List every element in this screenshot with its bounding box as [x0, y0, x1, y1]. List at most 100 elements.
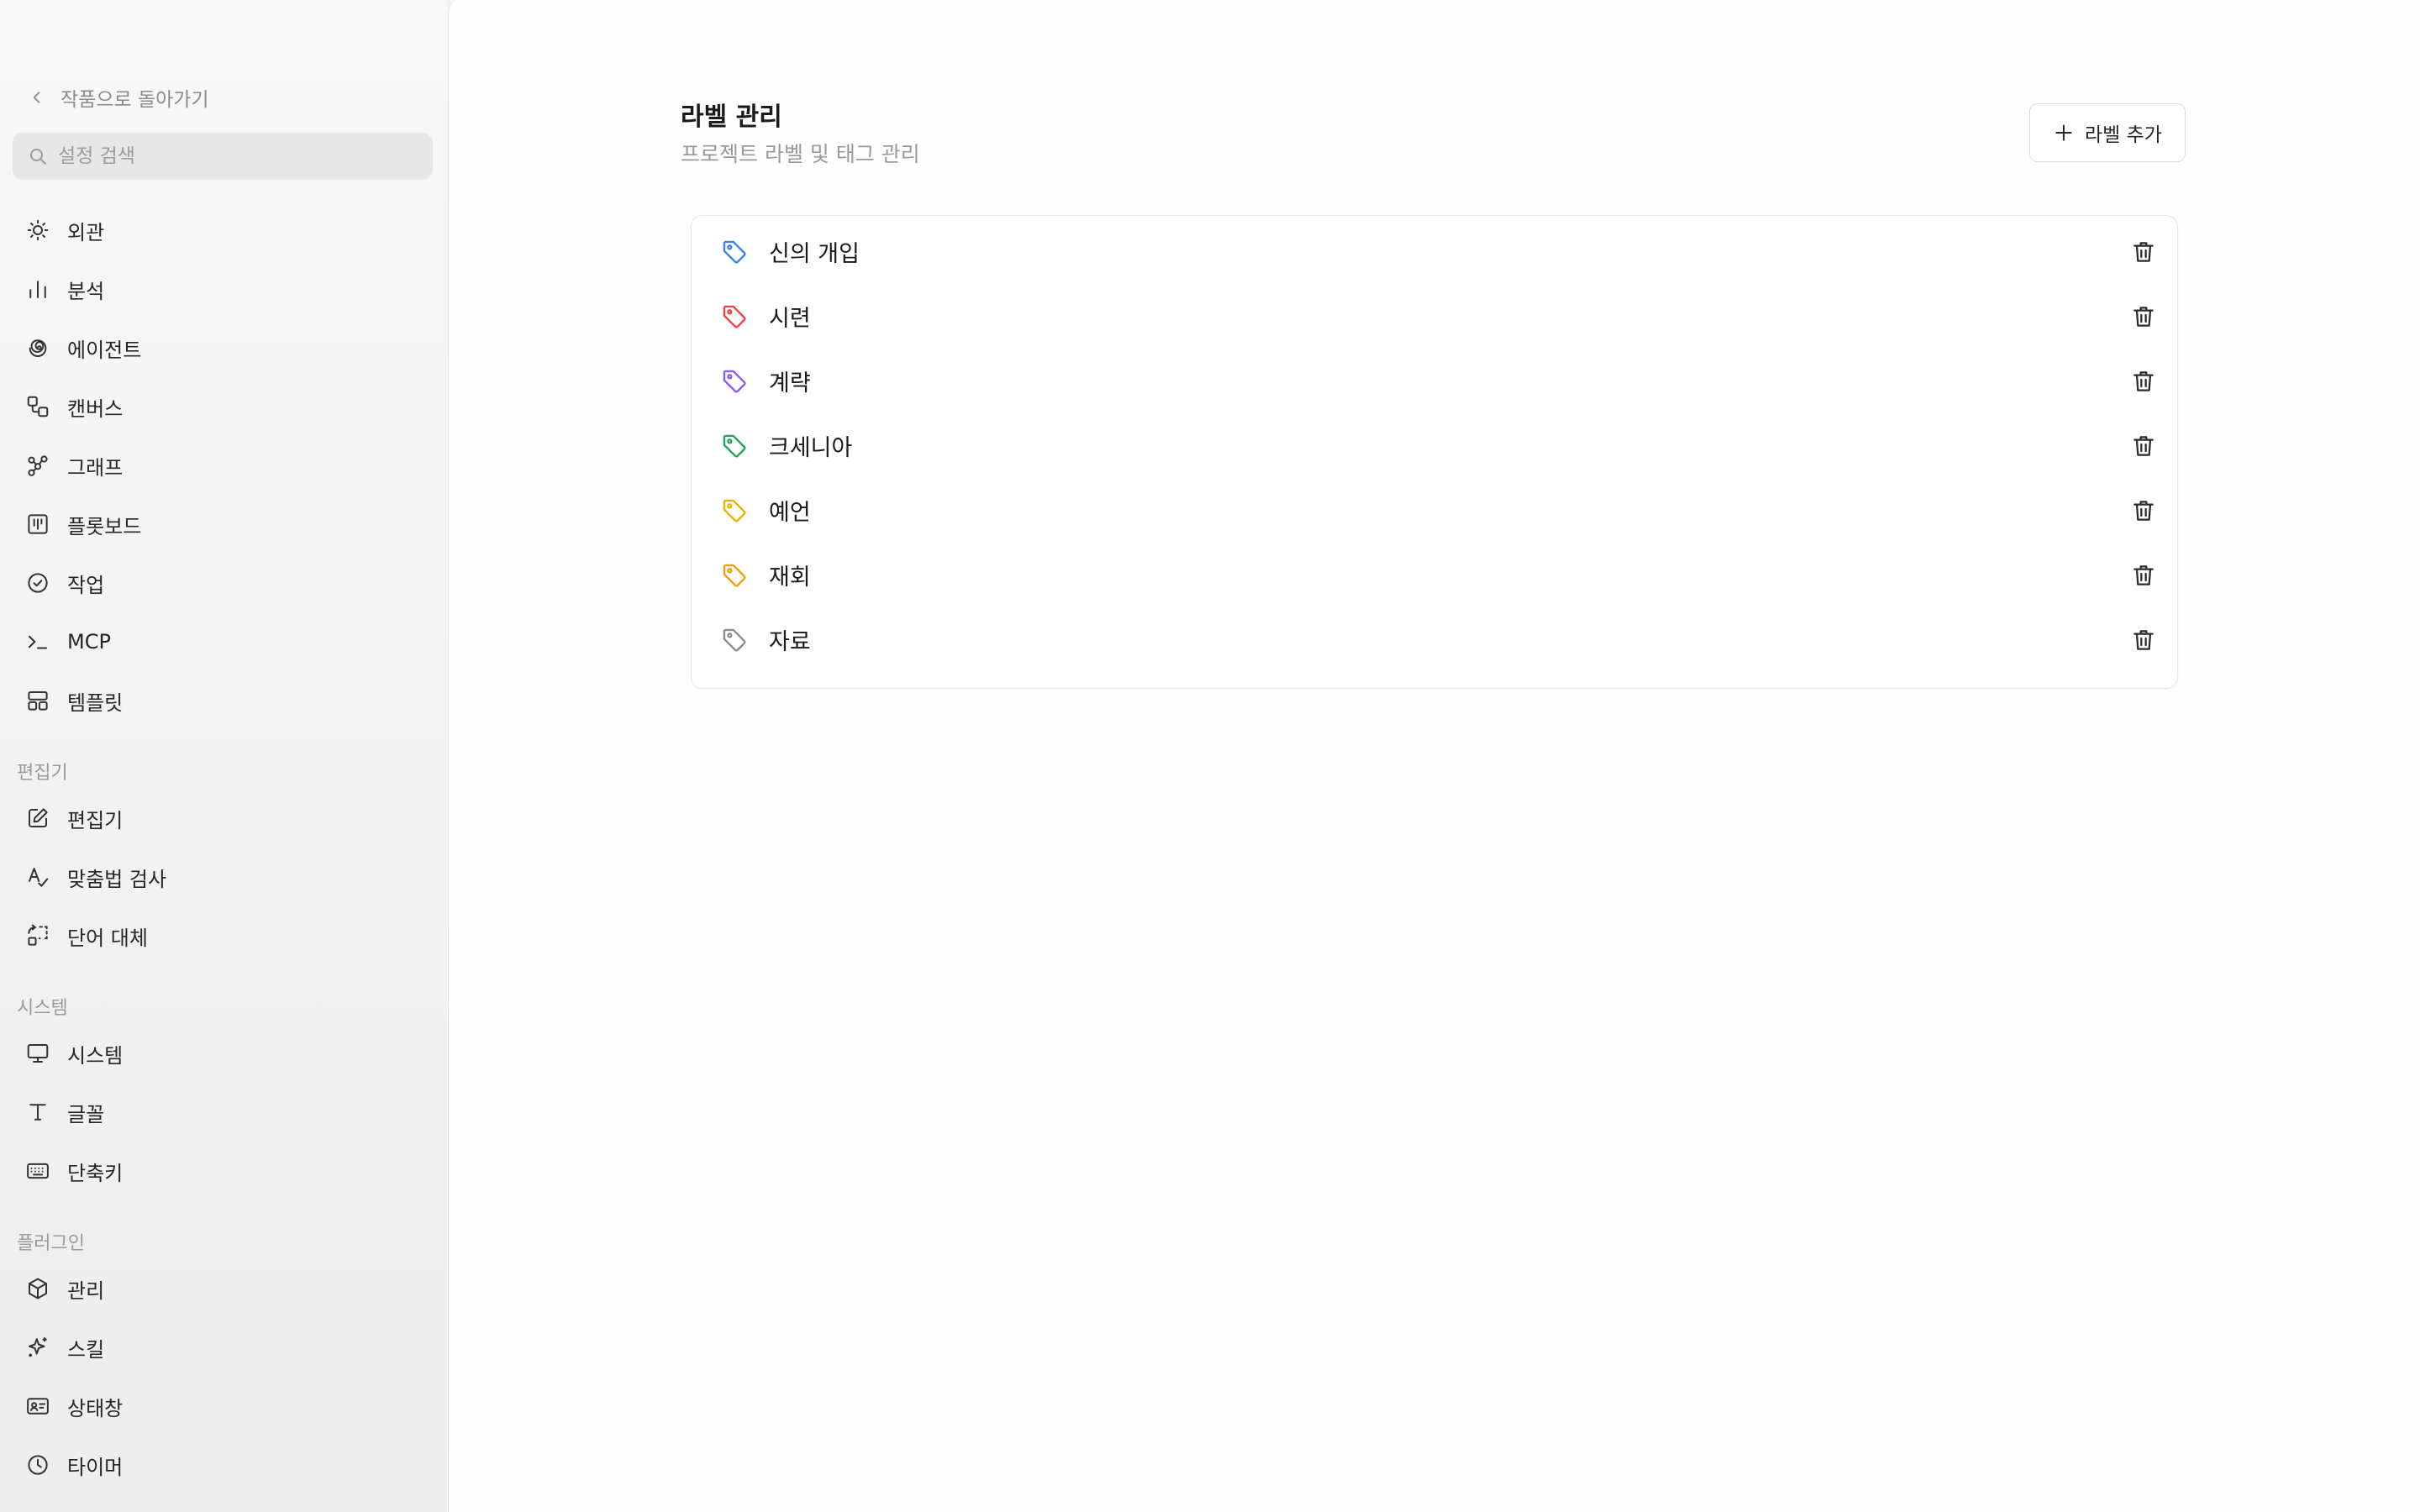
bar-chart-icon: [29, 281, 46, 298]
nav-item-tasks[interactable]: 작업: [25, 563, 104, 603]
label-row: 예언: [692, 478, 2179, 543]
label-row: 신의 개입: [692, 219, 2179, 284]
nav-item-label: 그래프: [67, 455, 124, 480]
delete-label-button[interactable]: [2128, 496, 2159, 526]
terminal-icon: [29, 635, 47, 649]
back-to-work-link[interactable]: 작품으로 돌아가기: [29, 82, 209, 113]
clock-icon: [28, 1455, 48, 1475]
type-icon: [29, 1104, 46, 1121]
section-title-plugins: 플러그인: [17, 1233, 85, 1254]
nav-item-plugin-manage[interactable]: 관리: [25, 1268, 104, 1309]
label-row: 시련: [692, 284, 2179, 349]
nav-item-graph[interactable]: 그래프: [25, 445, 123, 486]
nav-item-label: 단어 대체: [67, 926, 148, 950]
trash-icon: [2133, 370, 2154, 391]
nav-item-label: 맞춤법 검사: [67, 867, 167, 891]
settings-sidebar: 작품으로 돌아가기 외관 분석 에이전트 캔버스 그래프 플롯보드 작업 MCP…: [0, 0, 447, 1512]
label-name: 예언: [769, 500, 811, 526]
nav-item-label: 글꼴: [67, 1102, 105, 1126]
trash-icon: [2133, 564, 2154, 585]
trash-icon: [2133, 241, 2154, 262]
nav-item-shortcuts[interactable]: 단축키: [25, 1151, 123, 1191]
tag-icon: [723, 564, 746, 587]
label-row: 계략: [692, 349, 2179, 413]
network-icon: [28, 455, 48, 476]
delete-label-button[interactable]: [2128, 237, 2159, 267]
nav-item-canvas[interactable]: 캔버스: [25, 386, 123, 427]
delete-label-button[interactable]: [2128, 302, 2159, 332]
page-title: 라벨 관리: [681, 102, 782, 132]
nav-item-label: MCP: [67, 630, 111, 654]
tag-icon: [723, 305, 746, 328]
trash-icon: [2133, 629, 2154, 650]
delete-label-button[interactable]: [2128, 431, 2159, 461]
label-row: 재회: [692, 543, 2179, 607]
nav-item-plotboard[interactable]: 플롯보드: [25, 504, 141, 544]
nav-item-mcp[interactable]: MCP: [25, 622, 111, 662]
label-name: 자료: [769, 629, 811, 655]
nav-item-label: 상태창: [67, 1396, 124, 1420]
page-subtitle: 프로젝트 라벨 및 태그 관리: [681, 142, 920, 166]
nav-item-fonts[interactable]: 글꼴: [25, 1092, 104, 1132]
nav-item-status-window[interactable]: 상태창: [25, 1386, 123, 1426]
add-label-button[interactable]: 라벨 추가: [2029, 103, 2186, 162]
nav-item-word-replace[interactable]: 단어 대체: [25, 916, 148, 956]
sparkles-icon: [29, 1337, 47, 1357]
settings-search-input[interactable]: [58, 145, 411, 167]
label-name: 재회: [769, 564, 811, 591]
replace-icon: [28, 924, 48, 946]
tag-icon: [723, 499, 746, 522]
settings-search-box[interactable]: [13, 133, 433, 180]
nav-item-agent[interactable]: 에이전트: [25, 328, 141, 368]
nav-item-label: 단축키: [67, 1161, 124, 1185]
chevron-left-icon: [33, 92, 40, 103]
nav-item-label: 관리: [67, 1278, 105, 1303]
nav-item-label: 시스템: [67, 1043, 124, 1068]
nav-item-label: 캔버스: [67, 396, 124, 421]
kanban-icon: [28, 514, 48, 534]
check-circle-icon: [28, 573, 48, 593]
nav-item-templates[interactable]: 템플릿: [25, 680, 123, 721]
nav-item-skills[interactable]: 스킬: [25, 1327, 104, 1368]
nav-item-appearance[interactable]: 외관: [25, 210, 104, 250]
delete-label-button[interactable]: [2128, 560, 2159, 591]
nav-item-label: 타이머: [67, 1455, 124, 1479]
section-title-system: 시스템: [17, 998, 68, 1019]
add-label-button-label: 라벨 추가: [2085, 124, 2162, 146]
label-row: 자료: [692, 607, 2179, 672]
tag-icon: [723, 240, 746, 264]
back-link-label: 작품으로 돌아가기: [60, 89, 209, 111]
label-name: 신의 개입: [769, 241, 860, 267]
nav-item-label: 플롯보드: [67, 514, 142, 538]
nav-item-system[interactable]: 시스템: [25, 1033, 123, 1074]
nav-item-label: 작업: [67, 573, 105, 597]
nav-item-label: 템플릿: [67, 690, 124, 715]
section-title-editor: 편집기: [17, 763, 68, 784]
sun-icon: [27, 219, 49, 241]
nav-item-analytics[interactable]: 분석: [25, 269, 104, 309]
label-list: 신의 개입 시련 계략 크세니아 예언 재회 자료: [691, 215, 2178, 689]
nav-item-timer[interactable]: 타이머: [25, 1445, 123, 1485]
nav-item-editor[interactable]: 편집기: [25, 798, 123, 838]
keyboard-icon: [27, 1163, 49, 1179]
label-name: 시련: [769, 306, 811, 332]
delete-label-button[interactable]: [2128, 366, 2159, 396]
layout-icon: [28, 691, 48, 711]
plus-icon: [2055, 124, 2072, 141]
spell-check-icon: [29, 868, 49, 887]
tag-icon: [723, 628, 746, 652]
delete-label-button[interactable]: [2128, 625, 2159, 655]
monitor-icon: [27, 1044, 49, 1063]
nav-item-label: 편집기: [67, 808, 124, 832]
nav-item-spell-check[interactable]: 맞춤법 검사: [25, 857, 166, 897]
search-icon: [30, 149, 46, 165]
tag-icon: [723, 434, 746, 458]
shapes-icon: [27, 396, 49, 417]
trash-icon: [2133, 306, 2154, 327]
package-icon: [29, 1278, 47, 1299]
label-name: 크세니아: [769, 435, 853, 461]
label-name: 계략: [769, 370, 811, 396]
label-row: 크세니아: [692, 413, 2179, 478]
nav-item-label: 스킬: [67, 1337, 105, 1362]
trash-icon: [2133, 435, 2154, 456]
